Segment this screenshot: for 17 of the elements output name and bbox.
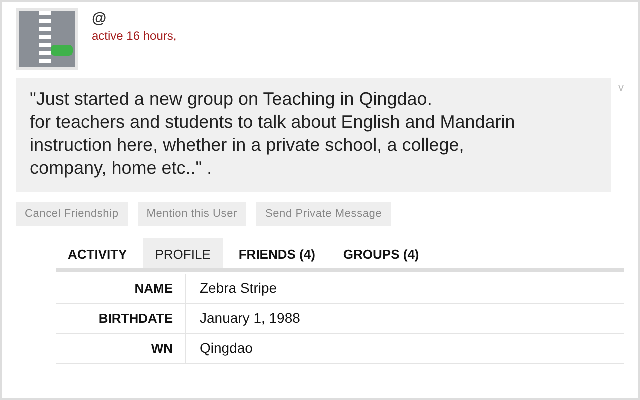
status-text-line: "Just started a new group on Teaching in Qingdao. [30,88,434,111]
field-value: Zebra Stripe [199,279,278,298]
profile-tab[interactable]: FRIENDS (4) [226,238,328,268]
field-value: January 1, 1988 [199,309,302,328]
avatar-picture [16,8,78,70]
status-text-line: company, home etc.." . [30,157,214,180]
user-handle: @ [92,10,108,27]
field-label: NAME [56,274,186,303]
profile-tab[interactable]: PROFILE [143,238,223,268]
profile-tab[interactable]: ACTIVITY [56,238,140,268]
field-value: Qingdao [199,339,254,358]
profile-tab[interactable]: GROUPS (4) [331,238,432,268]
status-text-line: for teachers and students to talk about English and Mandarin [30,111,516,134]
status-text-line: instruction here, whether in a private school, a college, [30,134,466,157]
field-label: WN [56,334,186,363]
activity-time: active 16 hours, [92,29,177,43]
field-label: BIRTHDATE [56,304,186,333]
